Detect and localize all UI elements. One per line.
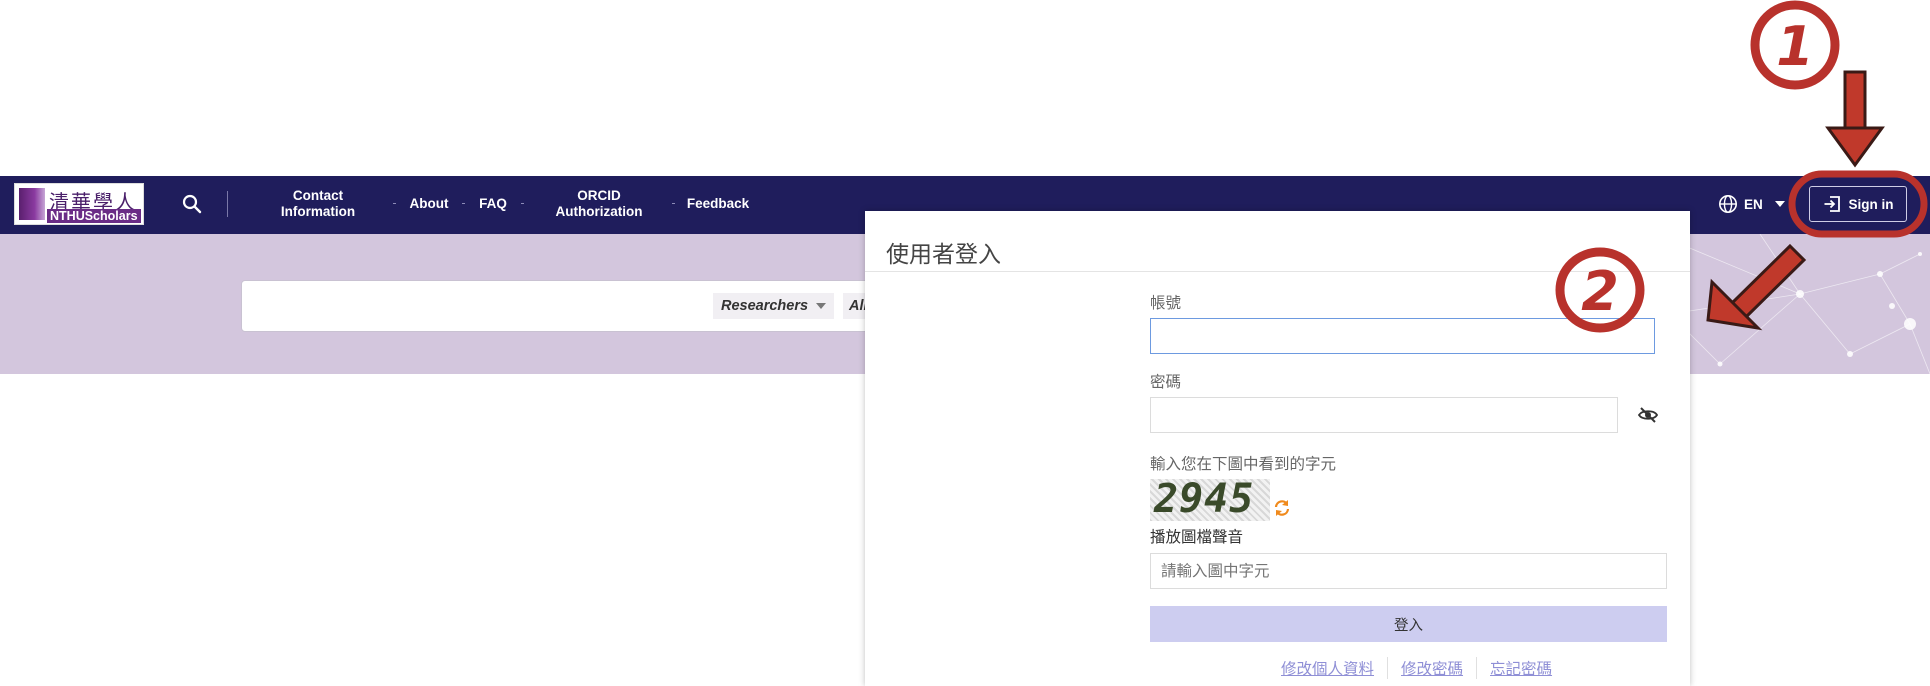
step-1-number: 1 [1776,15,1814,78]
step-1-circle [1750,0,1840,90]
nav-orcid-authorization[interactable]: ORCID Authorization [548,188,650,220]
nav-faq[interactable]: FAQ [474,196,512,212]
hide-password-icon[interactable] [1637,404,1659,426]
nav-separator-dot [462,203,465,204]
language-label: EN [1744,196,1763,212]
sign-in-button[interactable]: Sign in [1809,186,1907,222]
arrow-down-icon [1825,126,1885,168]
language-selector[interactable]: EN [1718,193,1785,215]
nav-divider [227,191,228,217]
login-modal: 使用者登入 帳號 密碼 輸入您在下圖中看到的字元 2945 播放圖檔聲音 登入 … [865,211,1690,686]
captcha-prompt: 輸入您在下圖中看到的字元 [1150,455,1337,473]
nav-contact-information[interactable]: Contact Information [270,188,366,220]
nav-separator-dot [393,203,396,204]
account-input[interactable] [1150,318,1655,354]
sign-in-label: Sign in [1848,196,1894,212]
captcha-image: 2945 [1150,479,1270,521]
book-logo-icon [19,188,45,220]
password-label: 密碼 [1150,373,1182,391]
search-scope-label: Researchers [721,298,809,314]
login-submit-button[interactable]: 登入 [1150,606,1667,642]
network-pattern-decoration [1667,234,1930,374]
nthu-scholars-logo[interactable]: 清華學人 NTHUScholars [14,183,144,225]
forgot-password-link[interactable]: 忘記密碼 [1477,657,1565,679]
logo-english-text: NTHUScholars [47,209,141,223]
account-links: 修改個人資料 修改密碼 忘記密碼 [1268,657,1565,679]
arrow-down-shaft [1843,70,1867,132]
nav-feedback[interactable]: Feedback [684,196,752,212]
password-input[interactable] [1150,397,1618,433]
nav-separator-dot [521,203,524,204]
nav-separator-dot [672,203,675,204]
refresh-captcha-icon[interactable] [1272,498,1292,518]
chevron-down-icon [1774,201,1785,207]
account-label: 帳號 [1150,294,1182,312]
chevron-down-icon [816,303,827,309]
nav-about[interactable]: About [405,196,453,212]
login-icon [1824,196,1840,212]
search-scope-dropdown[interactable]: Researchers [713,293,835,319]
globe-icon [1719,195,1737,213]
modal-title: 使用者登入 [886,242,1001,268]
search-icon[interactable] [181,193,203,215]
captcha-input[interactable] [1150,553,1667,589]
captcha-image-text: 2945 [1154,479,1255,521]
modal-divider [865,271,1690,272]
change-password-link[interactable]: 修改密碼 [1388,657,1476,679]
play-audio-link[interactable]: 播放圖檔聲音 [1150,525,1243,547]
edit-profile-link[interactable]: 修改個人資料 [1268,657,1387,679]
